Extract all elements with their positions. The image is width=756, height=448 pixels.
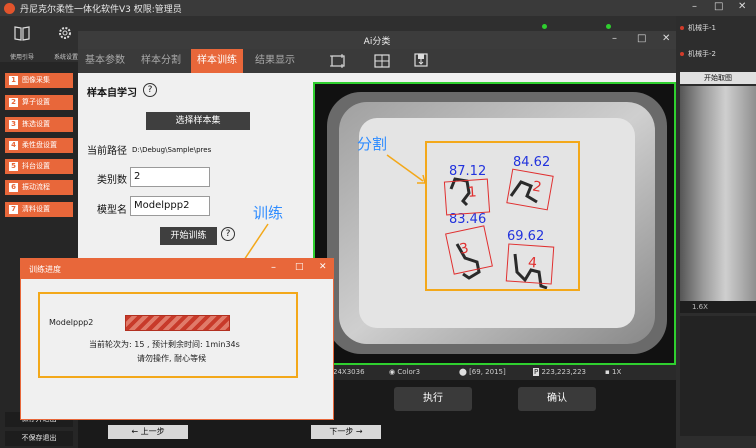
part-score-1: 87.12 [449, 164, 487, 179]
ai-dialog-titlebar: Ai分类 – □ ✕ [78, 31, 676, 49]
close-icon[interactable]: ✕ [319, 262, 327, 272]
robot-1-label: 机械手-1 [688, 24, 716, 32]
sidebar-item-shaker[interactable]: 5 抖台设置 [5, 159, 73, 174]
gear-icon [59, 27, 71, 39]
minimize-icon[interactable]: – [612, 33, 617, 44]
guide-button[interactable]: 使用引导 [8, 16, 38, 62]
ai-tab-bar: 基本参数 样本分割 样本训练 结果显示 [78, 49, 676, 73]
sidebar-item-operator[interactable]: 2 算子设置 [5, 95, 73, 110]
maximize-icon[interactable]: □ [714, 1, 723, 12]
progress-wait-text: 请勿操作, 耐心等候 [137, 354, 207, 363]
training-progress-bar [125, 315, 230, 331]
part-score-4: 69.62 [507, 229, 545, 244]
robot-status-icon [680, 26, 684, 30]
progress-status-text: 当前轮次为: 15 , 预计剩余时间: 1min34s [89, 340, 240, 349]
location-pin-icon: ⬤ [459, 368, 467, 376]
progress-frame: Modelppp2 当前轮次为: 15 , 预计剩余时间: 1min34s 请勿… [38, 292, 298, 378]
nosave-exit-button[interactable]: 不保存退出 [5, 431, 73, 446]
segment-arrow-icon [386, 154, 426, 184]
start-capture-button[interactable]: 开始取图 [680, 72, 756, 84]
train-annotation-label: 训练 [253, 204, 284, 222]
log-panel [680, 316, 756, 436]
execute-button[interactable]: 执行 [394, 387, 472, 411]
book-icon [14, 26, 30, 41]
zoom-icon: ▪ [605, 368, 610, 376]
ai-dialog-title: Ai分类 [363, 37, 391, 47]
part-box-1: 1 [443, 178, 491, 216]
sidebar-item-clear[interactable]: 7 清料设置 [5, 202, 73, 217]
tab-sample-train[interactable]: 样本训练 [191, 49, 243, 73]
main-title-bar: 丹尼克尔柔性一体化软件V3 权限:管理员 – □ ✕ [0, 0, 756, 16]
progress-model-name: Modelppp2 [49, 318, 94, 327]
status-zoom: ▪ 1X [605, 368, 622, 376]
status-dot-icon [606, 24, 611, 29]
progress-dialog-title: 训练进度 [29, 265, 61, 274]
tab-sample-segment[interactable]: 样本分割 [135, 49, 187, 73]
status-color-mode: ◉ Color3 [389, 368, 421, 376]
image-status-bar: 24X3036 ◉ Color3 ⬤ [69, 2015] P 223,223,… [313, 365, 676, 380]
status-dot-icon [542, 24, 547, 29]
segment-annotation-label: 分割 [357, 135, 388, 153]
status-position: ⬤ [69, 2015] [459, 368, 506, 376]
right-panel: 机械手-1 机械手-2 开始取图 1.6X [676, 16, 756, 448]
settings-button[interactable]: 系统设置 [50, 16, 80, 62]
minimize-icon[interactable]: – [692, 1, 697, 12]
part-box-3: 3 [445, 225, 493, 275]
confirm-button[interactable]: 确认 [518, 387, 596, 411]
start-train-button[interactable]: 开始训练 [160, 227, 217, 245]
part-box-4: 4 [505, 243, 555, 285]
model-name-label: 模型名 [97, 205, 127, 216]
grid-layout-icon[interactable] [374, 54, 390, 68]
tab-result-display[interactable]: 结果显示 [249, 49, 301, 73]
camera-preview [680, 86, 756, 301]
settings-label: 系统设置 [54, 54, 79, 61]
sidebar-item-image-capture[interactable]: 1 图像采集 [5, 73, 73, 88]
sidebar-item-vibration[interactable]: 6 振动流程 [5, 180, 73, 195]
sidebar-item-pick[interactable]: 3 拣选设置 [5, 117, 73, 132]
section-title: 样本自学习 [87, 88, 137, 99]
guide-label: 使用引导 [10, 54, 35, 61]
select-sample-set-button[interactable]: 选择样本集 [146, 112, 250, 130]
class-count-input[interactable]: 2 [130, 167, 210, 187]
class-count-label: 类别数 [97, 175, 127, 186]
pixel-value-icon: P [533, 368, 540, 376]
close-icon[interactable]: ✕ [738, 1, 746, 12]
roi-rect-icon[interactable] [330, 54, 346, 68]
close-icon[interactable]: ✕ [662, 33, 670, 44]
path-value: D:\Debug\Sample\pres [132, 146, 212, 154]
sidebar-item-flex-tray[interactable]: 4 柔性盘设置 [5, 138, 73, 153]
model-name-input[interactable]: Modelppp2 [130, 196, 210, 216]
status-rgb: P 223,223,223 [533, 368, 587, 376]
app-logo-icon [4, 3, 15, 14]
part-box-2: 2 [506, 168, 554, 211]
image-viewer[interactable]: 分割 87.12 84.62 83.46 69.62 1 2 3 4 [313, 82, 676, 365]
maximize-icon[interactable]: □ [295, 262, 304, 272]
preview-zoom: 1.6X [680, 301, 756, 313]
robot-status-icon [680, 52, 684, 56]
color-icon: ◉ [389, 368, 396, 376]
maximize-icon[interactable]: □ [637, 33, 646, 44]
prev-step-button[interactable]: ← 上一步 [108, 425, 188, 439]
training-progress-dialog: 训练进度 – □ ✕ Modelppp2 当前轮次为: 15 , 预计剩余时间:… [20, 258, 334, 420]
robot-2-label: 机械手-2 [688, 50, 716, 58]
save-image-icon[interactable] [414, 53, 428, 67]
next-step-button[interactable]: 下一步 → [311, 425, 381, 439]
progress-dialog-titlebar: 训练进度 – □ ✕ [21, 259, 333, 279]
status-resolution: 24X3036 [333, 368, 365, 376]
help-icon[interactable]: ? [143, 83, 157, 97]
minimize-icon[interactable]: – [271, 262, 276, 273]
app-title: 丹尼克尔柔性一体化软件V3 权限:管理员 [20, 5, 182, 15]
tab-basic-params[interactable]: 基本参数 [80, 49, 130, 73]
part-score-2: 84.62 [513, 155, 551, 170]
path-label: 当前路径 [87, 146, 127, 157]
